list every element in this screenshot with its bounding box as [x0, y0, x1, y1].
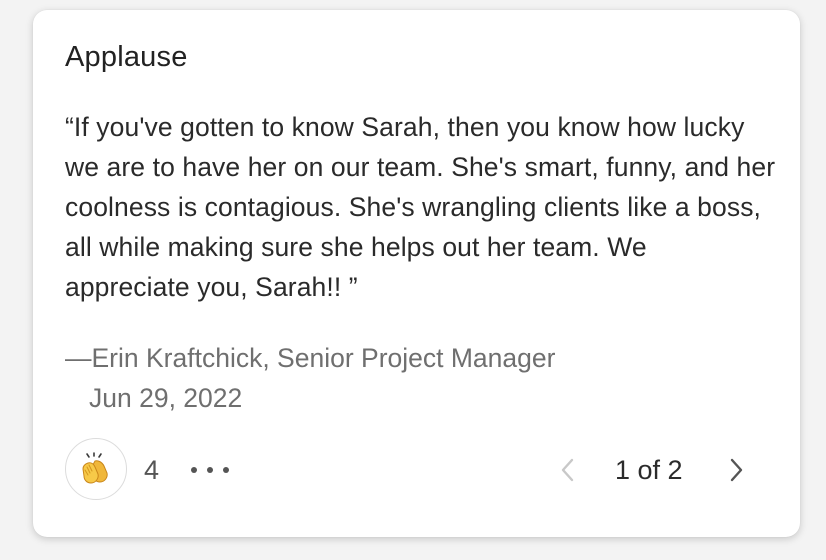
chevron-left-icon — [561, 458, 574, 482]
clap-reaction-button[interactable] — [65, 438, 127, 500]
quote-attribution: —Erin Kraftchick, Senior Project Manager — [65, 343, 556, 373]
pagination-indicator: 1 of 2 — [615, 455, 683, 485]
more-horizontal-icon — [191, 467, 197, 473]
clapping-hands-icon — [79, 452, 113, 486]
more-options-button[interactable] — [191, 456, 229, 484]
card-title: Applause — [65, 41, 188, 73]
applause-quote: “If you've gotten to know Sarah, then yo… — [65, 112, 776, 302]
more-dot — [207, 467, 213, 473]
applause-card: Applause “If you've gotten to know Sarah… — [33, 10, 800, 537]
quote-date: Jun 29, 2022 — [89, 383, 243, 413]
more-dot — [223, 467, 229, 473]
clap-count: 4 — [144, 455, 160, 485]
next-page-button[interactable] — [723, 454, 749, 486]
chevron-right-icon — [730, 458, 743, 482]
previous-page-button[interactable] — [555, 454, 581, 486]
